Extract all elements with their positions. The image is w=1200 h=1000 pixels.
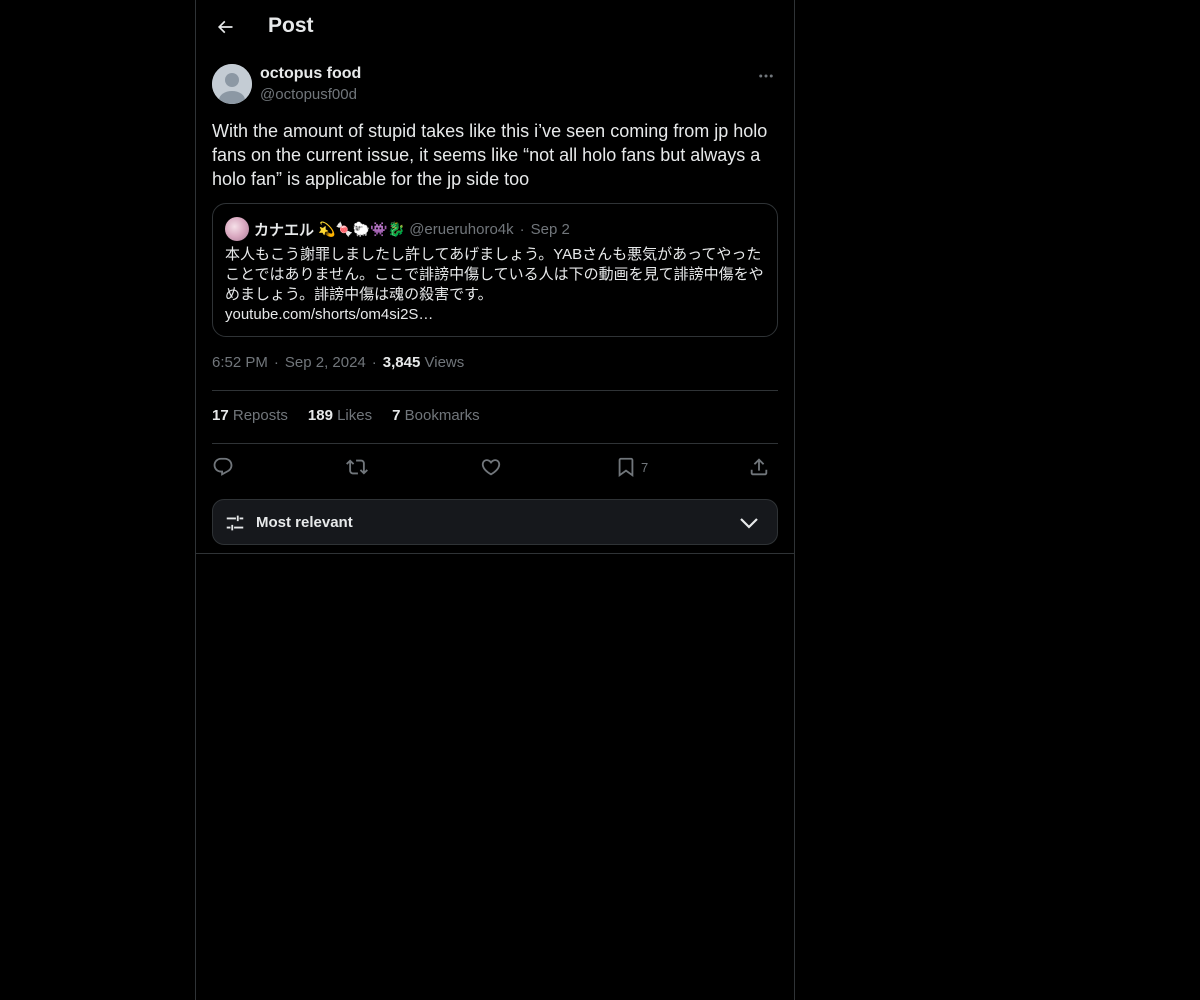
- repost-button[interactable]: [346, 456, 368, 478]
- quoted-post-header: カナエル 💫🍬🐑👾🐉 @erueruhoro4k · Sep 2: [225, 217, 570, 241]
- bookmarks-stat[interactable]: 7 Bookmarks: [392, 407, 480, 424]
- quoted-post-date: Sep 2: [530, 220, 570, 238]
- like-button[interactable]: [480, 456, 502, 478]
- page-header: Post: [196, 0, 794, 54]
- share-button[interactable]: [748, 456, 770, 478]
- section-divider: [196, 553, 794, 554]
- bookmark-count: 7: [641, 459, 649, 475]
- reply-sort-dropdown[interactable]: Most relevant: [212, 499, 778, 545]
- reply-icon: [213, 457, 233, 476]
- bookmark-icon: [618, 457, 634, 478]
- divider: [212, 390, 778, 391]
- share-icon: [750, 458, 768, 476]
- bookmark-button[interactable]: 7: [615, 456, 648, 478]
- quoted-author-emojis: 💫🍬🐑👾🐉: [318, 220, 406, 237]
- page-title: Post: [268, 14, 314, 37]
- author-avatar[interactable]: [212, 64, 252, 104]
- separator-dot: ·: [519, 220, 525, 238]
- post-time[interactable]: 6:52 PM: [212, 354, 268, 371]
- action-bar: 7: [212, 452, 778, 482]
- author-handle[interactable]: @octopusf00d: [260, 86, 357, 103]
- sliders-icon: [226, 515, 244, 531]
- sort-label: Most relevant: [256, 514, 353, 531]
- heart-icon: [481, 459, 501, 476]
- likes-stat[interactable]: 189 Likes: [308, 407, 372, 424]
- views-label: Views: [424, 354, 465, 371]
- more-horizontal-icon: [759, 74, 773, 78]
- back-button[interactable]: [208, 10, 242, 44]
- post-author: octopus food @octopusf00d: [212, 64, 778, 108]
- quoted-post-body: 本人もこう謝罪しましたし許してあげましょう。YABさんも悪気があってやったことで…: [225, 246, 764, 303]
- quoted-author-avatar: [225, 217, 249, 241]
- post-text: With the amount of stupid takes like thi…: [212, 121, 768, 189]
- divider: [212, 443, 778, 444]
- repost-icon: [346, 459, 368, 475]
- views-count: 3,845: [382, 354, 421, 371]
- post-meta: 6:52 PM · Sep 2, 2024 · 3,845 Views: [212, 354, 465, 371]
- default-avatar-icon: [212, 64, 252, 104]
- main-column: Post octopus food @octopusf00d With the …: [195, 0, 795, 1000]
- post-date[interactable]: Sep 2, 2024: [285, 354, 366, 371]
- post-stats: 17 Reposts 189 Likes 7 Bookmarks: [212, 407, 480, 424]
- quoted-author-handle: @erueruhoro4k: [409, 220, 514, 238]
- reposts-stat[interactable]: 17 Reposts: [212, 407, 288, 424]
- quoted-post-link[interactable]: youtube.com/shorts/om4si2S…: [225, 305, 767, 325]
- quoted-author-name: カナエル: [254, 221, 315, 239]
- arrow-left-icon: [217, 20, 233, 34]
- reply-button[interactable]: [212, 456, 234, 478]
- quoted-post[interactable]: カナエル 💫🍬🐑👾🐉 @erueruhoro4k · Sep 2 本人もこう謝罪…: [212, 203, 778, 337]
- chevron-down-icon: [740, 518, 758, 529]
- more-options-button[interactable]: [754, 64, 778, 88]
- quoted-post-text: 本人もこう謝罪しましたし許してあげましょう。YABさんも悪気があってやったことで…: [225, 245, 767, 325]
- author-name[interactable]: octopus food: [260, 65, 361, 83]
